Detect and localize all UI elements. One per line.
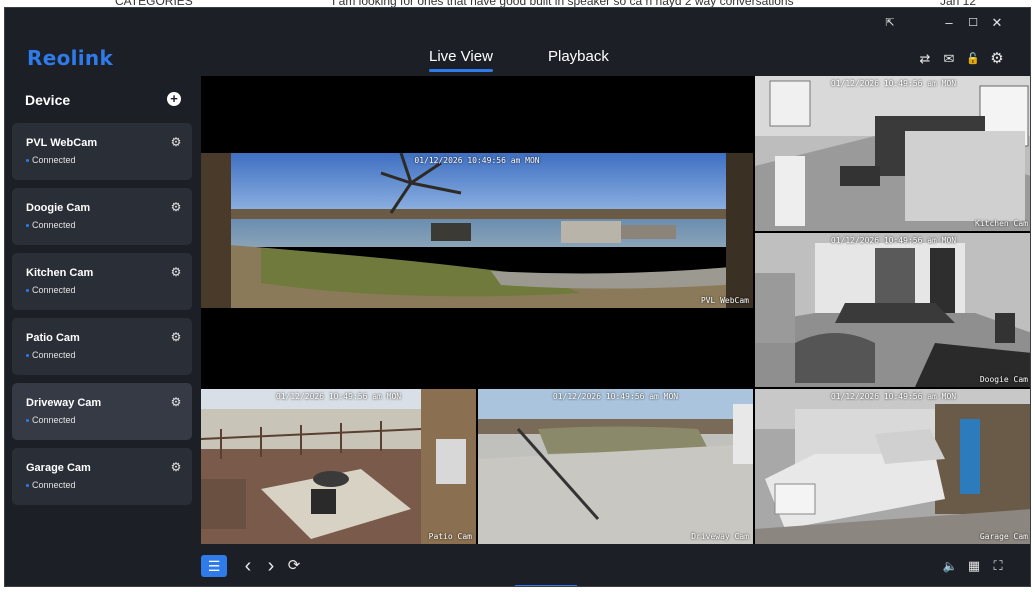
device-card-kitchen-cam[interactable]: Kitchen Cam Connected ⚙ [12,253,192,310]
settings-gear-icon[interactable]: ⚙ [989,51,1005,67]
device-name: Garage Cam [26,462,91,474]
device-status: Connected [26,480,76,490]
status-dot-icon [26,159,29,163]
device-status: Connected [26,285,76,295]
device-settings-gear-icon[interactable]: ⚙ [170,396,182,408]
timestamp-overlay: 01/12/2026 10:49:56 am MON [275,392,402,401]
device-name: Patio Cam [26,332,80,344]
reolink-logo: Reolink [27,46,114,70]
living-room-scene-image [755,233,1030,387]
tab-live-view[interactable]: Live View [429,48,493,72]
device-status: Connected [26,155,76,165]
timestamp-overlay: 01/12/2026 10:49:56 am MON [830,236,957,245]
device-list-title: Device [25,92,71,108]
timestamp-overlay: 01/12/2026 10:49:56 am MON [414,156,540,165]
add-device-icon[interactable]: + [167,92,181,106]
camera-label: Garage Cam [979,532,1028,541]
device-card-garage-cam[interactable]: Garage Cam Connected ⚙ [12,448,192,505]
driveway-scene-image [478,389,753,544]
video-tile-kitchen-cam[interactable]: 01/12/2026 10:49:56 am MON Kitchen Cam [755,76,1030,231]
device-settings-gear-icon[interactable]: ⚙ [170,331,182,343]
message-icon[interactable]: ✉ [941,51,957,67]
device-name: Doogie Cam [26,202,91,214]
lake-scene-image [201,153,753,308]
status-dot-icon [26,224,29,228]
maximize-icon[interactable]: ☐ [964,14,982,32]
volume-icon[interactable]: 🔈 [937,555,963,577]
device-settings-gear-icon[interactable]: ⚙ [170,136,182,148]
video-tile-doogie-cam[interactable]: 01/12/2026 10:49:56 am MON Doogie Cam [755,233,1030,387]
pin-window-icon[interactable]: ⇱ [881,14,899,32]
grid-layout-icon[interactable]: ▦ [961,555,987,577]
scroll-indicator [515,585,577,586]
live-view-grid: 01/12/2026 10:49:56 am MON PVL WebCam 01… [201,76,1030,544]
fullscreen-icon[interactable]: ⛶ [985,555,1011,577]
video-tile-pvl-webcam[interactable]: 01/12/2026 10:49:56 am MON PVL WebCam [201,76,753,387]
device-name: Driveway Cam [26,397,102,409]
status-dot-icon [26,354,29,358]
app-window: ⇱ – ☐ ✕ Reolink Live View Playback ⇄ ✉ 🔓… [4,7,1031,587]
device-settings-gear-icon[interactable]: ⚙ [170,266,182,278]
kitchen-scene-image [755,76,1030,231]
tab-playback[interactable]: Playback [548,48,609,65]
device-card-driveway-cam[interactable]: Driveway Cam Connected ⚙ [12,383,192,440]
video-tile-patio-cam[interactable]: 01/12/2026 10:49:56 am MON Patio Cam [201,389,476,544]
lock-icon[interactable]: 🔓 [965,51,981,67]
device-card-patio-cam[interactable]: Patio Cam Connected ⚙ [12,318,192,375]
device-name: Kitchen Cam [26,267,94,279]
video-tile-driveway-cam[interactable]: 01/12/2026 10:49:56 am MON Driveway Cam [478,389,753,544]
camera-label: Patio Cam [428,532,472,541]
device-card-doogie-cam[interactable]: Doogie Cam Connected ⚙ [12,188,192,245]
device-status: Connected [26,350,76,360]
device-name: PVL WebCam [26,137,98,149]
status-dot-icon [26,289,29,293]
status-dot-icon [26,484,29,488]
device-status: Connected [26,220,76,230]
video-tile-garage-cam[interactable]: 01/12/2026 10:49:56 am MON Garage Cam [755,389,1030,544]
timestamp-overlay: 01/12/2026 10:49:56 am MON [830,79,957,88]
status-dot-icon [26,419,29,423]
device-settings-gear-icon[interactable]: ⚙ [170,201,182,213]
close-icon[interactable]: ✕ [988,14,1006,32]
device-list-toggle-icon[interactable]: ☰ [201,555,227,577]
camera-label: PVL WebCam [700,296,749,305]
camera-label: Driveway Cam [691,532,749,541]
minimize-icon[interactable]: – [940,14,958,32]
timestamp-overlay: 01/12/2026 10:49:56 am MON [552,392,679,401]
device-card-pvl-webcam[interactable]: PVL WebCam Connected ⚙ [12,123,192,180]
garage-scene-image [755,389,1030,544]
timestamp-overlay: 01/12/2026 10:49:56 am MON [830,392,957,401]
device-sidebar: Device + PVL WebCam Connected ⚙ Doogie C… [5,76,201,546]
title-bar: ⇱ – ☐ ✕ [5,8,1030,38]
camera-label: Kitchen Cam [975,219,1028,228]
device-status: Connected [26,415,76,425]
camera-label: Doogie Cam [979,375,1028,384]
patio-scene-image [201,389,476,544]
refresh-icon[interactable]: ⟳ [281,555,307,577]
bottom-toolbar: ☰ ‹ › ⟳ 🔈 ▦ ⛶ [5,546,1030,586]
switch-view-icon[interactable]: ⇄ [917,51,933,67]
device-settings-gear-icon[interactable]: ⚙ [170,461,182,473]
